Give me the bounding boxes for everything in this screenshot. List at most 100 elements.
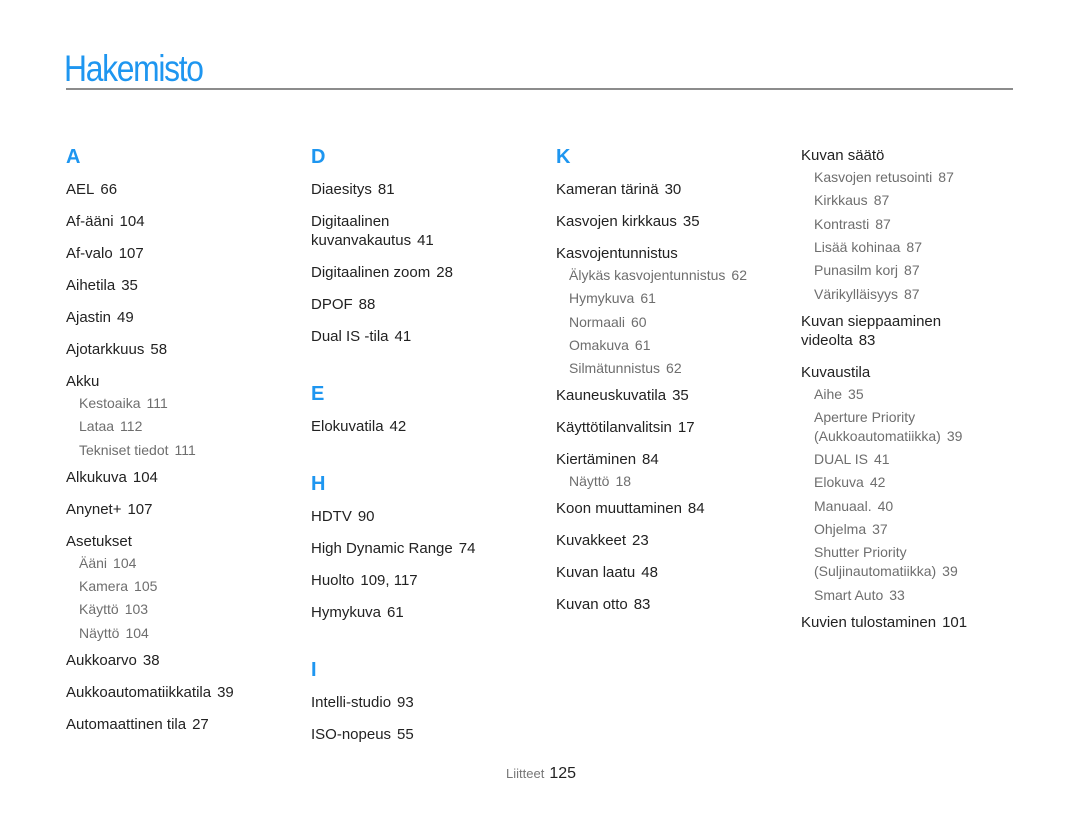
entry-page-number[interactable]: 101 (942, 614, 967, 631)
subentry-page-number[interactable]: 39 (942, 563, 958, 579)
entry-page-number[interactable]: 30 (665, 181, 682, 198)
index-entry[interactable]: Kuvien tulostaminen 101 (801, 613, 967, 632)
index-entry[interactable]: Ajastin 49 (66, 308, 134, 327)
subentry-page-number[interactable]: 87 (904, 286, 920, 302)
index-subentry[interactable]: Älykäs kasvojentunnistus 62 (569, 266, 747, 285)
index-subentry[interactable]: Aihe 35 (814, 385, 864, 404)
index-entry[interactable]: Kuvan otto 83 (556, 595, 650, 614)
index-subentry[interactable]: Silmätunnistus 62 (569, 359, 682, 378)
index-subentry[interactable]: Värikylläisyys 87 (814, 285, 920, 304)
entry-page-number[interactable]: 90 (358, 508, 375, 525)
index-entry[interactable]: Kuvaustila (801, 363, 870, 382)
subentry-page-number[interactable]: 39 (947, 428, 963, 444)
subentry-page-number[interactable]: 87 (874, 192, 890, 208)
index-entry[interactable]: High Dynamic Range 74 (311, 539, 475, 558)
subentry-page-number[interactable]: 41 (874, 451, 890, 467)
entry-page-number[interactable]: 55 (397, 726, 414, 743)
entry-page-number[interactable]: 83 (634, 596, 651, 613)
index-subentry[interactable]: Elokuva 42 (814, 473, 885, 492)
index-entry[interactable]: Dual IS -tila 41 (311, 327, 411, 346)
entry-page-number[interactable]: 48 (641, 564, 658, 581)
index-subentry[interactable]: Kamera 105 (79, 577, 157, 596)
entry-page-number[interactable]: 28 (436, 264, 453, 281)
index-subentry[interactable]: Ääni 104 (79, 554, 136, 573)
subentry-page-number[interactable]: 104 (125, 625, 148, 641)
entry-page-number[interactable]: 104 (133, 469, 158, 486)
subentry-page-number[interactable]: 87 (904, 262, 920, 278)
index-entry[interactable]: Huolto 109, 117 (311, 571, 418, 590)
index-entry[interactable]: Alkukuva 104 (66, 468, 158, 487)
index-entry[interactable]: HDTV 90 (311, 507, 375, 526)
subentry-page-number[interactable]: 33 (889, 587, 905, 603)
entry-page-number[interactable]: 84 (688, 500, 705, 517)
index-subentry[interactable]: Näyttö 18 (569, 472, 631, 491)
entry-page-number[interactable]: 58 (150, 341, 167, 358)
index-entry[interactable]: Kuvan säätö (801, 146, 884, 165)
entry-page-number[interactable]: 81 (378, 181, 395, 198)
index-entry[interactable]: Asetukset (66, 532, 132, 551)
entry-page-number[interactable]: 66 (100, 181, 117, 198)
entry-page-number[interactable]: 35 (121, 277, 138, 294)
index-entry[interactable]: Diaesitys 81 (311, 180, 395, 199)
subentry-page-number[interactable]: 111 (146, 395, 167, 411)
index-subentry[interactable]: Manuaal. 40 (814, 497, 893, 516)
subentry-page-number[interactable]: 61 (640, 290, 656, 306)
index-entry[interactable]: Af-valo 107 (66, 244, 144, 263)
subentry-page-number[interactable]: 103 (125, 601, 148, 617)
index-subentry[interactable]: Tekniset tiedot 111 (79, 441, 196, 460)
index-entry[interactable]: Digitaalinen zoom 28 (311, 263, 453, 282)
index-entry[interactable]: Elokuvatila 42 (311, 417, 406, 436)
index-subentry[interactable]: Smart Auto 33 (814, 586, 905, 605)
index-subentry[interactable]: Omakuva 61 (569, 336, 651, 355)
subentry-page-number[interactable]: 87 (938, 169, 954, 185)
index-subentry[interactable]: DUAL IS 41 (814, 450, 890, 469)
index-entry[interactable]: Kasvojentunnistus (556, 244, 678, 263)
index-entry[interactable]: Automaattinen tila 27 (66, 715, 209, 734)
index-entry[interactable]: Kuvan laatu 48 (556, 563, 658, 582)
index-entry[interactable]: Kuvakkeet 23 (556, 531, 649, 550)
subentry-page-number[interactable]: 105 (134, 578, 157, 594)
subentry-page-number[interactable]: 112 (120, 418, 142, 434)
entry-page-number[interactable]: 17 (678, 419, 695, 436)
index-subentry[interactable]: Aperture Priority (Aukkoautomatiikka) 39 (814, 408, 962, 446)
entry-page-number[interactable]: 84 (642, 451, 659, 468)
entry-page-number[interactable]: 23 (632, 532, 649, 549)
entry-page-number[interactable]: 38 (143, 652, 160, 669)
index-subentry[interactable]: Kestoaika 111 (79, 394, 168, 413)
index-entry[interactable]: Kauneuskuvatila 35 (556, 386, 689, 405)
index-entry[interactable]: Kameran tärinä 30 (556, 180, 681, 199)
index-entry[interactable]: Digitaalinen kuvanvakautus 41 (311, 212, 434, 250)
index-subentry[interactable]: Näyttö 104 (79, 624, 149, 643)
entry-page-number[interactable]: 27 (192, 716, 209, 733)
index-entry[interactable]: Aukkoautomatiikkatila 39 (66, 683, 234, 702)
index-subentry[interactable]: Normaali 60 (569, 313, 647, 332)
entry-page-number[interactable]: 49 (117, 309, 134, 326)
entry-page-number[interactable]: 74 (459, 540, 476, 557)
subentry-page-number[interactable]: 104 (113, 555, 136, 571)
subentry-page-number[interactable]: 18 (615, 473, 631, 489)
entry-page-number[interactable]: 88 (359, 296, 376, 313)
index-entry[interactable]: Aukkoarvo 38 (66, 651, 160, 670)
entry-page-number[interactable]: 107 (127, 501, 152, 518)
subentry-page-number[interactable]: 111 (175, 442, 196, 458)
index-subentry[interactable]: Shutter Priority (Suljinautomatiikka) 39 (814, 543, 958, 581)
entry-page-number[interactable]: 41 (395, 328, 412, 345)
subentry-page-number[interactable]: 60 (631, 314, 647, 330)
entry-page-number[interactable]: 104 (120, 213, 145, 230)
entry-page-number[interactable]: 42 (390, 418, 407, 435)
index-subentry[interactable]: Punasilm korj 87 (814, 261, 920, 280)
subentry-page-number[interactable]: 42 (870, 474, 886, 490)
subentry-page-number[interactable]: 87 (875, 216, 891, 232)
index-entry[interactable]: Hymykuva 61 (311, 603, 404, 622)
index-subentry[interactable]: Lisää kohinaa 87 (814, 238, 922, 257)
index-entry[interactable]: AEL 66 (66, 180, 117, 199)
index-subentry[interactable]: Hymykuva 61 (569, 289, 656, 308)
entry-page-number[interactable]: 109, 117 (360, 572, 417, 589)
index-subentry[interactable]: Käyttö 103 (79, 600, 148, 619)
index-subentry[interactable]: Kirkkaus 87 (814, 191, 889, 210)
entry-page-number[interactable]: 61 (387, 604, 404, 621)
entry-page-number[interactable]: 41 (417, 232, 434, 249)
entry-page-number[interactable]: 35 (683, 213, 700, 230)
entry-page-number[interactable]: 93 (397, 694, 414, 711)
index-entry[interactable]: Koon muuttaminen 84 (556, 499, 705, 518)
